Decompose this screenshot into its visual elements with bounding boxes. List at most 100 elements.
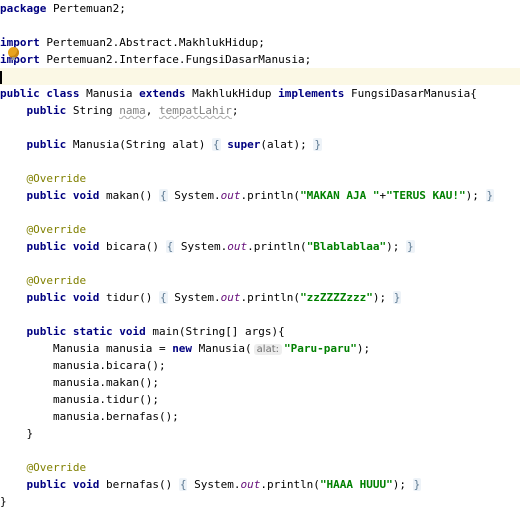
code-line[interactable]: @Override: [0, 170, 520, 187]
code-token: {: [158, 291, 168, 304]
code-token: public: [26, 138, 67, 151]
code-line[interactable]: @Override: [0, 272, 520, 289]
code-token: System.: [167, 291, 221, 304]
code-line[interactable]: @Override: [0, 459, 520, 476]
code-line[interactable]: @Override: [0, 221, 520, 238]
code-token: manusia.bernafas();: [0, 410, 179, 423]
code-line[interactable]: [0, 306, 520, 323]
code-token: bicara(): [99, 240, 166, 253]
code-line[interactable]: Manusia manusia = new Manusia(alat: "Paru…: [0, 340, 520, 357]
code-token: ,: [145, 104, 159, 117]
code-token: public void: [26, 291, 100, 304]
code-line[interactable]: }: [0, 425, 520, 442]
code-line[interactable]: [0, 17, 520, 34]
parameter-hint: alat:: [253, 344, 282, 355]
code-token: "Blablablaa": [306, 240, 387, 253]
code-token: .println(: [240, 189, 301, 202]
code-token: FungsiDasarManusia{: [344, 87, 477, 100]
code-line[interactable]: import Pertemuan2.Interface.FungsiDasarM…: [0, 51, 520, 68]
code-line[interactable]: public void bernafas() { System.out.prin…: [0, 476, 520, 493]
code-line[interactable]: [0, 204, 520, 221]
code-token: "zzZZZZzzz": [300, 291, 373, 304]
code-token: import: [0, 36, 40, 49]
code-line[interactable]: public void tidur() { System.out.println…: [0, 289, 520, 306]
code-token: manusia.makan();: [0, 376, 159, 389]
code-token: Pertemuan2.Interface.FungsiDasarManusia;: [39, 53, 312, 66]
code-line[interactable]: public void bicara() { System.out.printl…: [0, 238, 520, 255]
code-line[interactable]: import Pertemuan2.Abstract.MakhlukHidup;: [0, 34, 520, 51]
code-token: Pertemuan2.Abstract.MakhlukHidup;: [39, 36, 265, 49]
code-token: public class: [0, 87, 80, 100]
code-line[interactable]: public class Manusia extends MakhlukHidu…: [0, 85, 520, 102]
code-line[interactable]: public void makan() { System.out.println…: [0, 187, 520, 204]
code-token: }: [0, 427, 34, 440]
code-token: MakhlukHidup: [185, 87, 279, 100]
code-token: Manusia: [79, 87, 140, 100]
code-token: );: [372, 291, 393, 304]
code-token: out: [220, 189, 241, 202]
code-token: import: [0, 53, 40, 66]
code-line[interactable]: [0, 153, 520, 170]
code-token: public static void: [26, 325, 146, 338]
code-token: "TERUS KAU!": [386, 189, 466, 202]
code-token: "MAKAN AJA ": [300, 189, 380, 202]
code-editor[interactable]: package Pertemuan2; import Pertemuan2.Abs…: [0, 0, 520, 508]
code-line[interactable]: public String nama, tempatLahir;: [0, 102, 520, 119]
code-token: );: [386, 240, 407, 253]
code-token: System.: [187, 478, 241, 491]
code-token: ;: [231, 104, 239, 117]
code-line[interactable]: public static void main(String[] args){: [0, 323, 520, 340]
code-token: }: [313, 138, 322, 151]
code-token: {: [158, 189, 168, 202]
code-line[interactable]: manusia.bicara();: [0, 357, 520, 374]
code-token: String: [66, 104, 120, 117]
code-token: (alat);: [260, 138, 314, 151]
code-token: }: [406, 240, 415, 253]
code-line[interactable]: manusia.bernafas();: [0, 408, 520, 425]
code-token: "HAAA HUUU": [319, 478, 393, 491]
code-token: {: [211, 138, 221, 151]
text-caret: [0, 70, 2, 84]
code-token: }: [0, 495, 7, 508]
code-token: .println(: [247, 240, 307, 253]
code-token: public void: [26, 189, 100, 202]
code-token: manusia.bicara();: [0, 359, 166, 372]
code-line[interactable]: [0, 255, 520, 272]
code-line[interactable]: manusia.tidur();: [0, 391, 520, 408]
code-token: public void: [26, 240, 100, 253]
code-token: public: [26, 104, 67, 117]
code-token: out: [240, 478, 261, 491]
code-line[interactable]: public Manusia(String alat) { super(alat…: [0, 136, 520, 153]
code-token: Manusia(String alat): [66, 138, 212, 151]
code-token: );: [392, 478, 413, 491]
code-token: manusia.tidur();: [0, 393, 159, 406]
code-line[interactable]: manusia.makan();: [0, 374, 520, 391]
code-token: Manusia(: [192, 342, 252, 355]
code-line[interactable]: [0, 442, 520, 459]
code-token: @Override: [26, 274, 87, 287]
code-token: out: [220, 291, 241, 304]
code-line[interactable]: [0, 68, 520, 85]
code-line[interactable]: [0, 119, 520, 136]
code-token: new: [172, 342, 193, 355]
code-token: "Paru-paru": [284, 342, 357, 355]
code-token: tidur(): [99, 291, 159, 304]
code-line[interactable]: }: [0, 493, 520, 510]
code-line[interactable]: package Pertemuan2;: [0, 0, 520, 17]
code-token: @Override: [26, 223, 87, 236]
code-token: @Override: [26, 461, 87, 474]
code-token: out: [227, 240, 248, 253]
code-token: Manusia manusia =: [0, 342, 173, 355]
code-token: }: [412, 478, 422, 491]
lightbulb-icon[interactable]: [8, 47, 19, 60]
code-token: .println(: [240, 291, 301, 304]
code-token: nama: [119, 104, 146, 117]
code-token: {: [165, 240, 175, 253]
